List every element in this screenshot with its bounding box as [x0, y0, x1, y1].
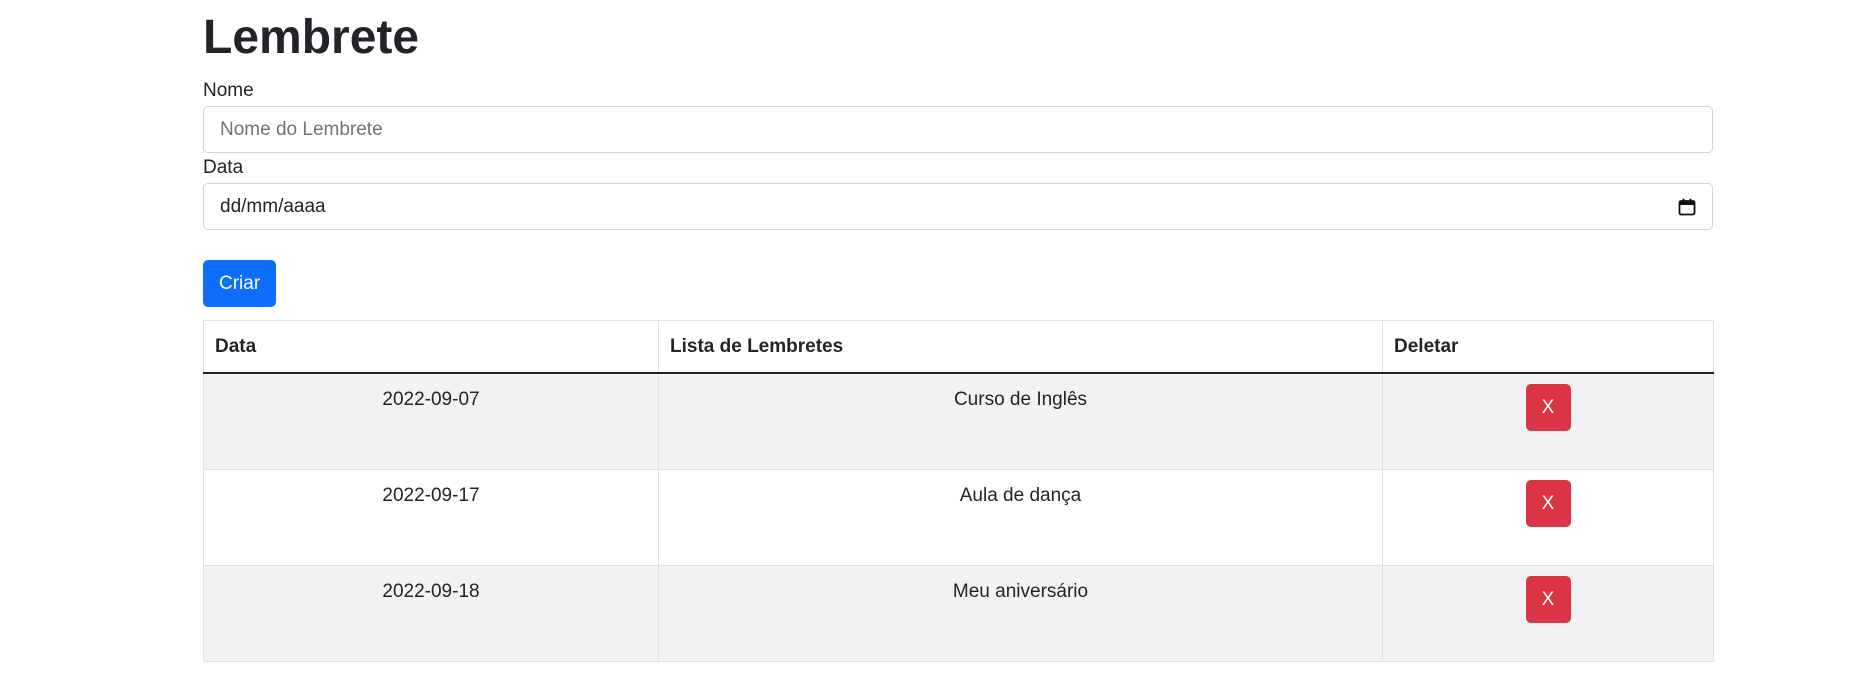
column-header-date: Data: [203, 320, 659, 374]
table-row: 2022-09-17 Aula de dança X: [203, 469, 1714, 566]
date-input-value: dd/mm/aaaa: [220, 195, 326, 217]
delete-button[interactable]: X: [1525, 384, 1571, 431]
calendar-icon[interactable]: [1678, 198, 1696, 216]
row-delete-cell: X: [1382, 372, 1714, 470]
reminders-table: Data Lista de Lembretes Deletar 2022-09-…: [203, 320, 1714, 662]
column-header-reminders: Lista de Lembretes: [658, 320, 1383, 374]
delete-button[interactable]: X: [1525, 576, 1571, 623]
row-reminder: Curso de Inglês: [658, 372, 1383, 470]
row-date: 2022-09-17: [203, 469, 659, 566]
delete-button[interactable]: X: [1525, 480, 1571, 527]
page-container: Lembrete Nome Nome do Lembrete Data dd/m…: [203, 0, 1714, 662]
table-row: 2022-09-18 Meu aniversário X: [203, 565, 1714, 662]
table-row: 2022-09-07 Curso de Inglês X: [203, 372, 1714, 470]
name-label: Nome: [203, 80, 254, 101]
row-reminder: Aula de dança: [658, 469, 1383, 566]
name-input[interactable]: Nome do Lembrete: [203, 106, 1713, 153]
row-date: 2022-09-07: [203, 372, 659, 470]
table-header-row: Data Lista de Lembretes Deletar: [203, 320, 1714, 374]
page-title: Lembrete: [203, 11, 420, 64]
name-input-placeholder: Nome do Lembrete: [220, 118, 383, 140]
row-delete-cell: X: [1382, 469, 1714, 566]
row-delete-cell: X: [1382, 565, 1714, 662]
create-button[interactable]: Criar: [203, 260, 277, 307]
date-input[interactable]: dd/mm/aaaa: [203, 183, 1713, 230]
date-label: Data: [203, 157, 244, 178]
row-reminder: Meu aniversário: [658, 565, 1383, 662]
column-header-delete: Deletar: [1382, 320, 1714, 374]
row-date: 2022-09-18: [203, 565, 659, 662]
